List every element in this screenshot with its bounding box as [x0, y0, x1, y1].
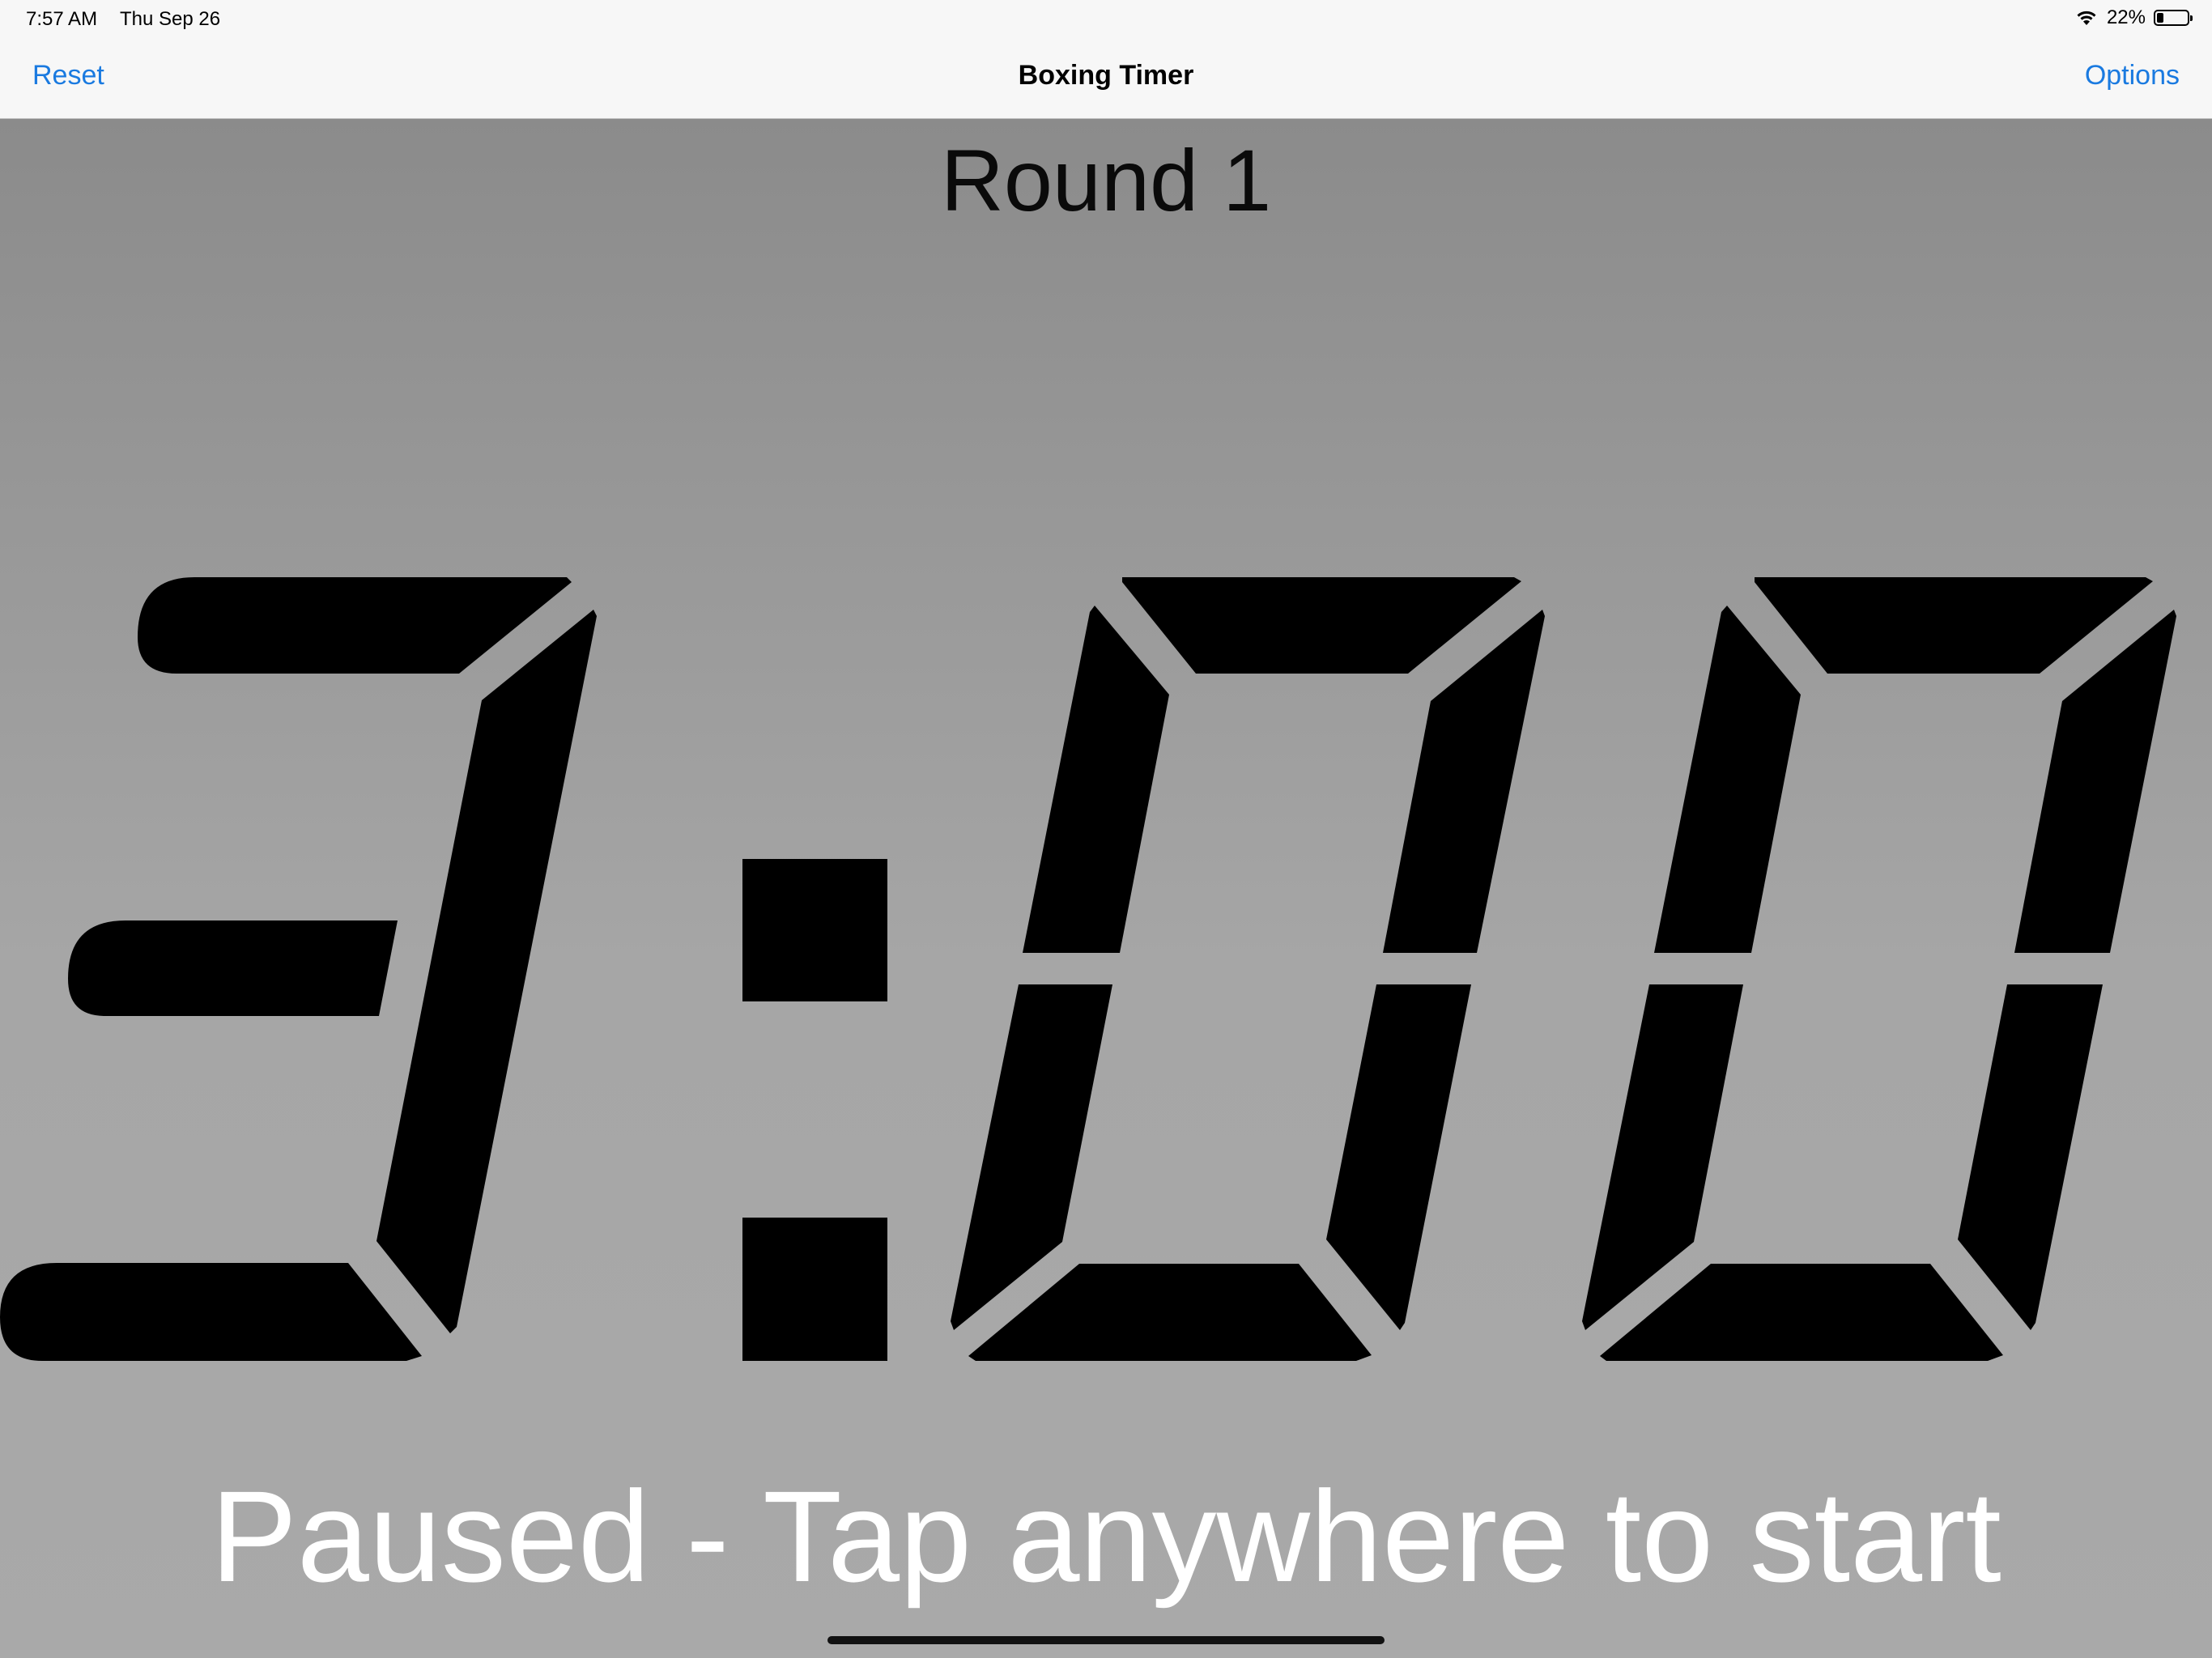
- digit-0b-upper-left-segment: [1654, 606, 1801, 953]
- page-title: Boxing Timer: [1018, 60, 1194, 91]
- digit-0a-lower-right-segment: [1326, 984, 1471, 1330]
- digit-3-middle-segment: [68, 920, 398, 1016]
- battery-percent: 22%: [2106, 6, 2146, 28]
- digit-0b-bottom-segment: [1600, 1264, 2003, 1361]
- status-message: Paused - Tap anywhere to start: [211, 1464, 2001, 1609]
- options-button[interactable]: Options: [2085, 60, 2180, 91]
- status-bar: 7:57 AM Thu Sep 26 22%: [0, 0, 2212, 39]
- digit-3-upper-right-segment: [376, 610, 597, 1333]
- digit-0a-top-segment: [1122, 577, 1521, 674]
- wifi-icon: [2074, 9, 2099, 27]
- digit-0a-bottom-segment: [968, 1264, 1372, 1361]
- status-indicators: 22%: [2074, 6, 2193, 29]
- battery-icon: [2154, 10, 2193, 26]
- digit-3-top-segment: [138, 577, 572, 674]
- colon-bottom-dot: [742, 1218, 887, 1361]
- digit-0a-upper-left-segment: [1023, 606, 1169, 953]
- digit-0b-lower-right-segment: [1958, 984, 2103, 1330]
- timer-tap-area[interactable]: Round 1 Paused - Tap anywhere to start: [0, 119, 2212, 1658]
- digit-0b-top-segment: [1755, 577, 2153, 674]
- timer-display: [0, 577, 2176, 1361]
- home-indicator[interactable]: [827, 1636, 1385, 1644]
- status-date: Thu Sep 26: [120, 8, 221, 30]
- status-time: 7:57 AM: [26, 8, 98, 30]
- digit-3-bottom-segment: [0, 1263, 422, 1361]
- navigation-bar: Reset Boxing Timer Options: [0, 39, 2212, 119]
- colon-top-dot: [742, 859, 887, 1001]
